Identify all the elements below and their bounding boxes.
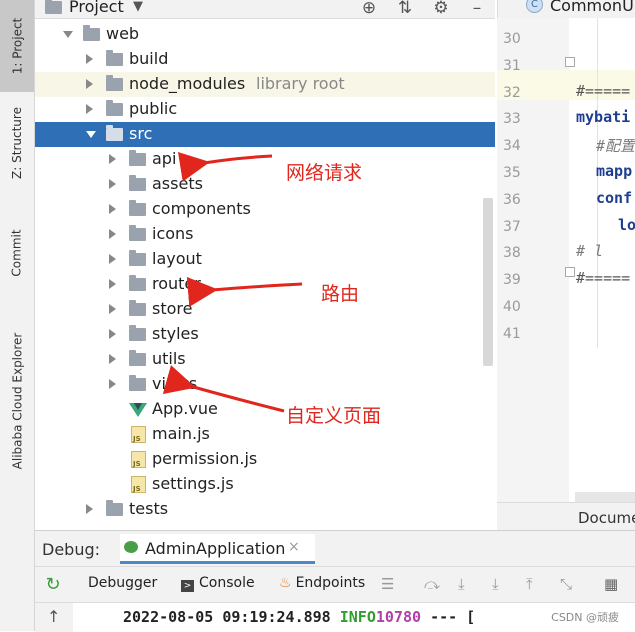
annotation-arrows (162, 152, 303, 413)
arrow-to-api (177, 152, 273, 182)
arrow-to-router (186, 276, 303, 307)
annotation-api: 网络请求 (286, 162, 363, 184)
annotation-views: 自定义页面 (286, 405, 382, 427)
arrow-to-views (162, 365, 285, 413)
annotation-router: 路由 (321, 283, 360, 305)
